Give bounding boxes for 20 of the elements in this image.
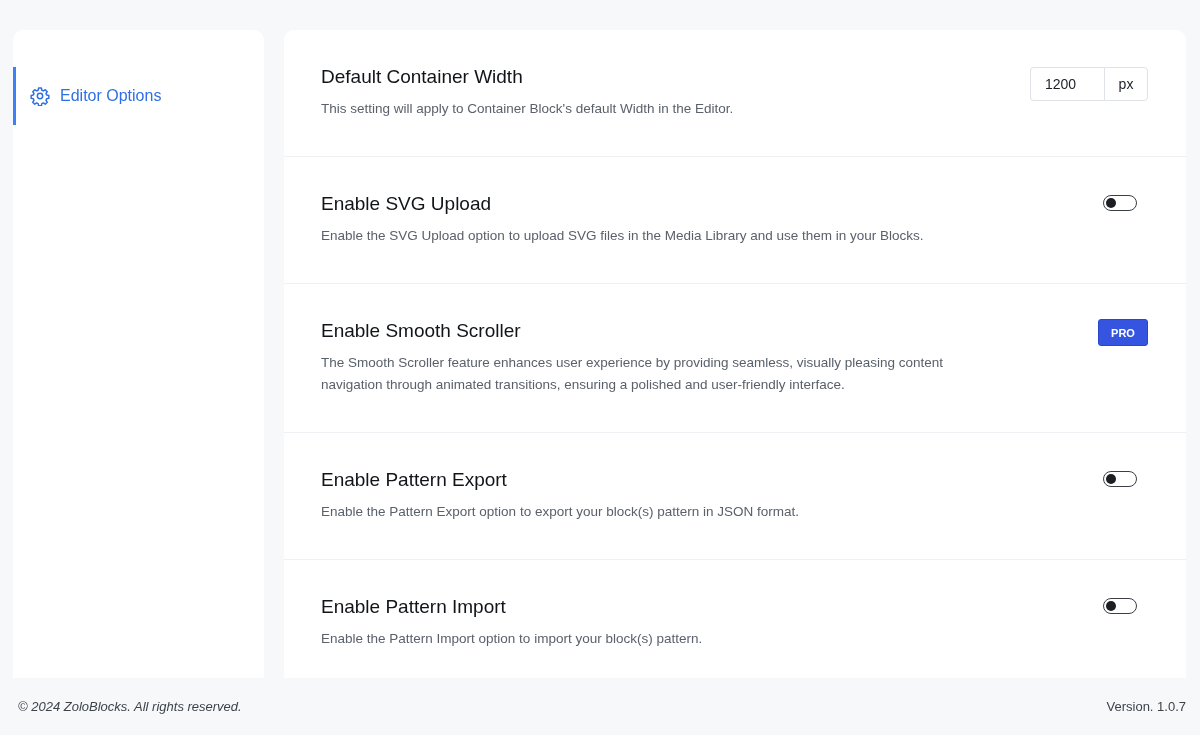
- setting-title: Enable Smooth Scroller: [321, 319, 522, 343]
- setting-description: Enable the Pattern Export option to export your block(s) pattern in JSON format.: [321, 503, 799, 521]
- version-text: Version. 1.0.7: [1106, 699, 1186, 714]
- setting-description: This setting will apply to Container Block's default Width in the Editor.: [321, 100, 734, 118]
- toggle-switch[interactable]: [1103, 195, 1137, 211]
- setting-description: Enable the SVG Upload option to upload SVG files in the Media Library and use them in your Blocks.: [321, 227, 924, 245]
- width-input[interactable]: 1200: [1030, 67, 1104, 101]
- unit-label: px: [1104, 67, 1148, 101]
- sidebar-item[interactable]: Editor Options: [13, 67, 264, 125]
- pro-badge[interactable]: PRO: [1098, 319, 1148, 346]
- copyright-text: © 2024 ZoloBlocks. All rights reserved.: [18, 699, 242, 714]
- setting-description: The Smooth Scroller feature enhances user experience by providing seamless, visually pleasing content navigation through animated transitions, ensuring a polished and user-friendly interface.: [321, 354, 945, 394]
- toggle-switch[interactable]: [1103, 471, 1137, 487]
- gear-icon: [30, 86, 50, 106]
- setting-title: Enable Pattern Export: [321, 468, 508, 492]
- setting-title: Default Container Width: [321, 65, 524, 89]
- toggle-switch[interactable]: [1103, 598, 1137, 614]
- setting-title: Enable SVG Upload: [321, 192, 493, 216]
- setting-title: Enable Pattern Import: [321, 595, 507, 619]
- setting-description: Enable the Pattern Import option to import your block(s) pattern.: [321, 630, 703, 648]
